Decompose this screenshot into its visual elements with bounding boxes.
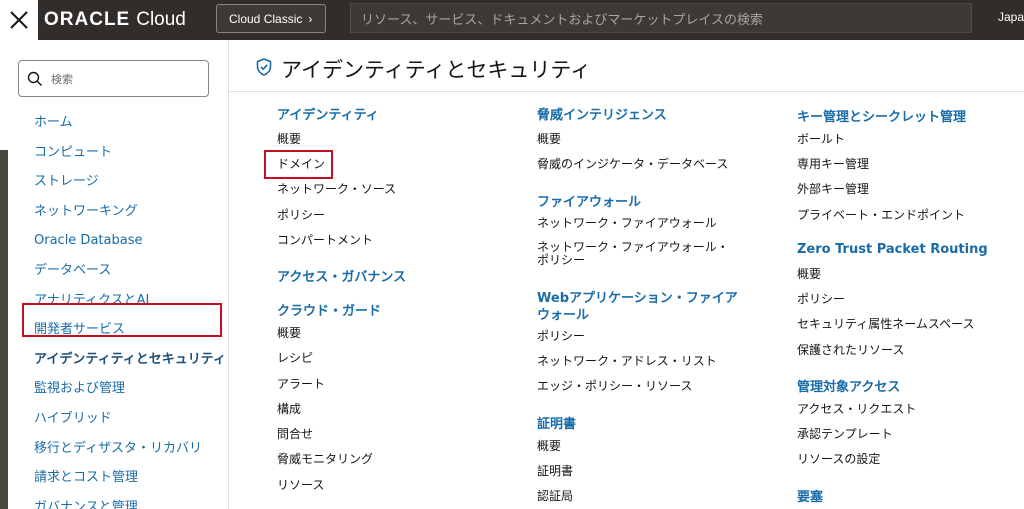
- link-external-key-management[interactable]: 外部キー管理: [797, 180, 869, 197]
- link-access-requests[interactable]: アクセス・リクエスト: [797, 400, 916, 417]
- sidebar-item-governance[interactable]: ガバナンスと管理: [34, 498, 226, 509]
- link-alerts[interactable]: アラート: [277, 375, 325, 392]
- link-private-endpoints[interactable]: プライベート・エンドポイント: [797, 206, 965, 223]
- link-identity-policies[interactable]: ポリシー: [277, 206, 325, 223]
- group-title-firewall[interactable]: ファイアウォール: [537, 191, 641, 210]
- link-threat-overview[interactable]: 概要: [537, 130, 561, 147]
- sidebar-active-highlight: [22, 303, 222, 337]
- sidebar-item-hybrid[interactable]: ハイブリッド: [34, 409, 226, 439]
- sidebar-item-observability[interactable]: 監視および管理: [34, 379, 226, 409]
- cloud-classic-label: Cloud Classic: [229, 11, 303, 26]
- sidebar-item-migration-dr[interactable]: 移行とディザスタ・リカバリ: [34, 439, 226, 469]
- sidebar-item-billing[interactable]: 請求とコスト管理: [34, 468, 226, 498]
- close-icon: [10, 11, 28, 29]
- cloud-classic-button[interactable]: Cloud Classic ›: [216, 4, 326, 33]
- link-identity-overview[interactable]: 概要: [277, 130, 301, 147]
- group-title-managed-access[interactable]: 管理対象アクセス: [797, 376, 900, 395]
- main-header: アイデンティティとセキュリティ: [229, 40, 1024, 92]
- sidebar-item-home[interactable]: ホーム: [34, 113, 226, 143]
- group-title-zero-trust[interactable]: Zero Trust Packet Routing: [797, 242, 988, 257]
- link-cloud-guard-overview[interactable]: 概要: [277, 324, 301, 341]
- group-title-waf-line2[interactable]: ウォール: [537, 304, 589, 323]
- group-title-cloud-guard[interactable]: クラウド・ガード: [277, 300, 381, 319]
- sidebar-item-oracle-database[interactable]: Oracle Database: [34, 231, 226, 261]
- sidebar-item-identity-security[interactable]: アイデンティティとセキュリティ: [34, 350, 226, 380]
- link-threat-monitoring[interactable]: 脅威モニタリング: [277, 450, 373, 467]
- group-title-access-governance[interactable]: アクセス・ガバナンス: [277, 266, 406, 285]
- sidebar-edge-strip: [0, 150, 8, 509]
- link-certificates[interactable]: 証明書: [537, 462, 573, 479]
- global-search-input[interactable]: リソース、サービス、ドキュメントおよびマーケットプレイスの検索: [350, 3, 972, 33]
- link-dedicated-key-management[interactable]: 専用キー管理: [797, 155, 869, 172]
- global-search-placeholder: リソース、サービス、ドキュメントおよびマーケットプレイスの検索: [361, 12, 763, 28]
- sidebar-search-placeholder: 検索: [51, 72, 73, 86]
- logo-oracle-text: ORACLE: [44, 9, 131, 30]
- link-recipes[interactable]: レシピ: [277, 349, 313, 366]
- domain-link-highlight: [264, 150, 333, 179]
- oracle-cloud-logo[interactable]: ORACLE Cloud: [44, 6, 186, 34]
- group-title-key-secret-management[interactable]: キー管理とシークレット管理: [797, 106, 966, 125]
- link-zpr-policies[interactable]: ポリシー: [797, 290, 845, 307]
- link-network-address-list[interactable]: ネットワーク・アドレス・リスト: [537, 352, 717, 369]
- link-waf-policies[interactable]: ポリシー: [537, 327, 585, 344]
- group-title-bastion[interactable]: 要塞: [797, 486, 823, 505]
- link-vault[interactable]: ボールト: [797, 130, 845, 147]
- main-panel: アイデンティティとセキュリティ アイデンティティ 概要 ドメイン ネットワーク・…: [228, 40, 1024, 509]
- link-resource-settings[interactable]: リソースの設定: [797, 450, 880, 467]
- link-security-attribute-namespaces[interactable]: セキュリティ属性ネームスペース: [797, 315, 974, 332]
- link-network-firewall-policy-line2[interactable]: ポリシー: [537, 251, 585, 268]
- link-edge-policy-resources[interactable]: エッジ・ポリシー・リソース: [537, 377, 692, 394]
- link-queries[interactable]: 問合せ: [277, 425, 313, 442]
- link-cloud-guard-resources[interactable]: リソース: [277, 476, 324, 493]
- sidebar: 検索 ホーム コンピュート ストレージ ネットワーキング Oracle Data…: [0, 40, 228, 509]
- sidebar-search-input[interactable]: 検索: [18, 60, 209, 97]
- link-certificates-overview[interactable]: 概要: [537, 437, 561, 454]
- sidebar-item-networking[interactable]: ネットワーキング: [34, 202, 226, 232]
- group-title-identity[interactable]: アイデンティティ: [277, 104, 379, 123]
- logo-cloud-text: Cloud: [136, 9, 186, 30]
- link-zpr-overview[interactable]: 概要: [797, 265, 821, 282]
- link-certificate-authorities[interactable]: 認証局: [537, 487, 573, 504]
- page-title: アイデンティティとセキュリティ: [281, 58, 592, 82]
- link-protected-resources[interactable]: 保護されたリソース: [797, 341, 904, 358]
- group-title-threat-intelligence[interactable]: 脅威インテリジェンス: [537, 104, 667, 123]
- link-threat-indicator-db[interactable]: 脅威のインジケータ・データベース: [537, 155, 728, 172]
- chevron-right-icon: ›: [308, 11, 313, 26]
- group-title-certificates[interactable]: 証明書: [537, 413, 576, 432]
- top-bar: ORACLE Cloud Cloud Classic › リソース、サービス、ド…: [0, 0, 1024, 40]
- search-icon: [27, 71, 42, 86]
- sidebar-item-storage[interactable]: ストレージ: [34, 172, 226, 202]
- close-menu-button[interactable]: [0, 0, 38, 40]
- link-network-firewall[interactable]: ネットワーク・ファイアウォール: [537, 214, 717, 231]
- language-selector[interactable]: Japa: [998, 10, 1024, 24]
- shield-icon: [256, 58, 272, 76]
- sidebar-item-database[interactable]: データベース: [34, 261, 226, 291]
- link-compartments[interactable]: コンパートメント: [277, 231, 373, 248]
- link-approval-templates[interactable]: 承認テンプレート: [797, 425, 893, 442]
- sidebar-item-compute[interactable]: コンピュート: [34, 143, 226, 173]
- link-configuration[interactable]: 構成: [277, 400, 301, 417]
- link-network-sources[interactable]: ネットワーク・ソース: [277, 180, 396, 197]
